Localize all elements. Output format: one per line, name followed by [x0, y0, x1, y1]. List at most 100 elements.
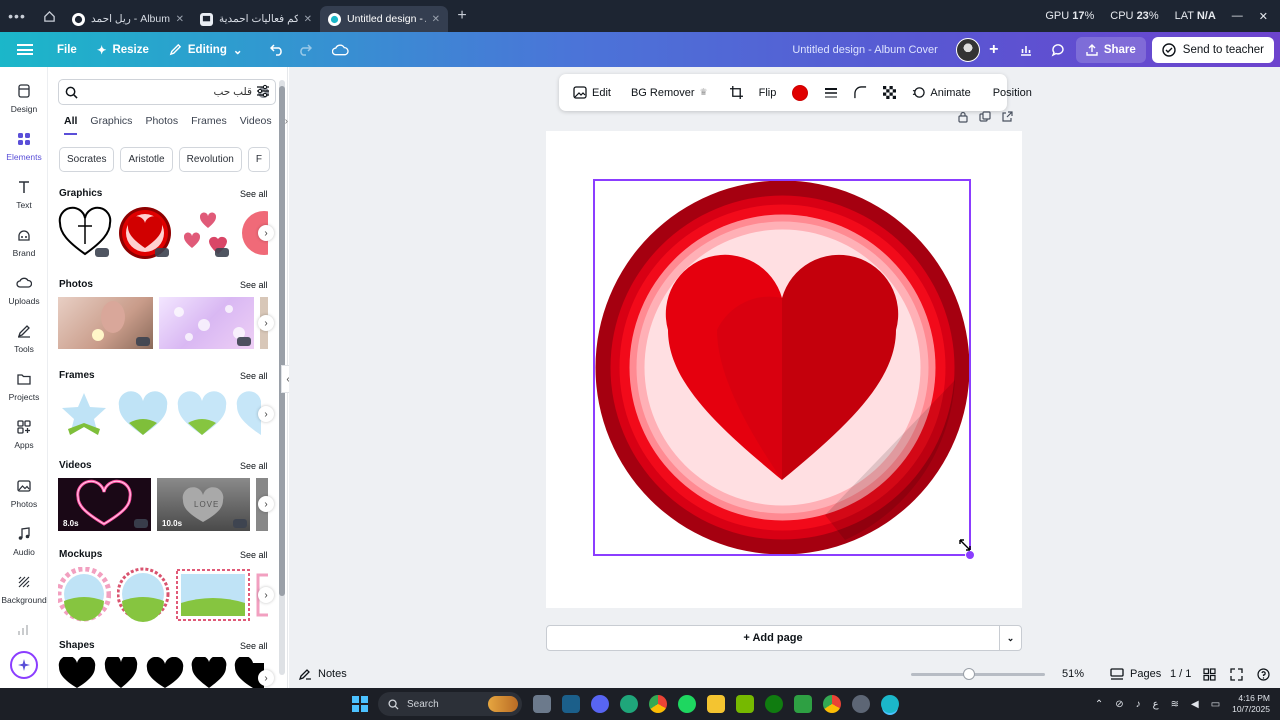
see-all-link[interactable]: See all [240, 371, 268, 381]
chip[interactable]: Socrates [59, 147, 115, 172]
share-page-icon[interactable] [1001, 111, 1013, 123]
see-all-link[interactable]: See all [240, 461, 268, 471]
rail-item-uploads[interactable]: Uploads [0, 275, 48, 306]
chevron-right-icon[interactable]: › [258, 406, 274, 422]
tab-all[interactable]: All [64, 115, 78, 135]
spotify-app-icon[interactable] [678, 695, 696, 713]
cloud-save-icon[interactable] [327, 36, 355, 64]
position-button[interactable]: Position [987, 79, 1038, 107]
menu-icon[interactable] [17, 44, 33, 55]
heart-shape-item[interactable] [58, 657, 96, 688]
chevron-right-icon[interactable]: › [258, 496, 274, 512]
zoom-slider[interactable] [911, 668, 1045, 680]
rail-item-photos[interactable]: Photos [0, 478, 48, 509]
rail-item-projects[interactable]: Projects [0, 371, 48, 402]
add-collaborator-icon[interactable]: + [980, 36, 1008, 64]
chevron-right-icon[interactable]: › [258, 670, 274, 686]
discord-app-icon[interactable] [591, 695, 609, 713]
heart-shape-item[interactable] [190, 657, 228, 688]
minimize-icon[interactable]: — [1232, 10, 1243, 22]
taskbar-search[interactable]: Search [378, 692, 522, 716]
transparency-icon[interactable] [877, 79, 902, 107]
rail-item-text[interactable]: Text [0, 179, 48, 210]
rail-item-background[interactable]: Background [0, 574, 48, 605]
chip[interactable]: F [247, 147, 270, 172]
video-item[interactable]: LOVE 10.0s [157, 478, 250, 531]
file-explorer-app-icon[interactable] [707, 695, 725, 713]
close-icon[interactable]: ✕ [432, 14, 440, 25]
camera-app-icon[interactable] [533, 695, 551, 713]
chrome-profile-app-icon[interactable] [823, 695, 841, 713]
close-icon[interactable]: ✕ [176, 14, 184, 25]
photo-item[interactable] [58, 297, 153, 349]
battery-icon[interactable]: ▭ [1211, 699, 1220, 710]
browser-tab[interactable]: ريل احمد - Album Co ✕ [64, 6, 192, 32]
frame-item[interactable] [117, 389, 170, 441]
zoom-value[interactable]: 51% [1062, 668, 1084, 680]
xbox-app-icon[interactable] [765, 695, 783, 713]
color-picker[interactable] [786, 79, 814, 107]
comments-icon[interactable] [1044, 36, 1072, 64]
heart-shape-item[interactable] [102, 657, 140, 688]
insights-icon[interactable] [1012, 36, 1040, 64]
mockup-item[interactable] [58, 567, 112, 622]
lock-icon[interactable] [957, 111, 969, 123]
duplicate-icon[interactable] [979, 111, 991, 123]
file-button[interactable]: File [47, 36, 87, 64]
zoom-slider-knob[interactable] [963, 668, 975, 680]
resize-button[interactable]: ✦ Resize [87, 36, 159, 64]
mockup-item[interactable] [176, 567, 250, 622]
editing-mode-button[interactable]: Editing ⌄ [159, 36, 253, 64]
browser-tab[interactable]: حياكم فعاليات احمدية - ✕ [192, 6, 320, 32]
fullscreen-icon[interactable] [1230, 667, 1243, 681]
crop-icon[interactable] [724, 79, 749, 107]
chip[interactable]: Aristotle [120, 147, 173, 172]
chevron-down-icon[interactable]: ⌄ [999, 626, 1021, 650]
animate-button[interactable]: Animate [906, 79, 976, 107]
windows-start-icon[interactable] [352, 696, 368, 712]
selection-box[interactable] [593, 179, 971, 556]
frame-item[interactable] [58, 389, 111, 441]
see-all-link[interactable]: See all [240, 550, 268, 560]
filter-icon[interactable] [256, 84, 270, 98]
rail-item-design[interactable]: Design [0, 83, 48, 114]
terminal-app-icon[interactable] [794, 695, 812, 713]
close-window-icon[interactable]: ✕ [1259, 10, 1268, 23]
heart-shape-item[interactable] [146, 657, 184, 688]
video-item[interactable]: 8.0s [58, 478, 151, 531]
browser-menu-icon[interactable]: ••• [0, 8, 34, 24]
nvidia-app-icon[interactable] [736, 695, 754, 713]
rail-item-brand[interactable]: Brand [0, 227, 48, 258]
rail-item-elements[interactable]: Elements [0, 131, 48, 162]
microphone-icon[interactable]: ♪ [1136, 699, 1141, 710]
pages-button[interactable]: Pages [1110, 668, 1161, 680]
chrome-app-icon[interactable] [649, 695, 667, 713]
corner-rounding-icon[interactable] [848, 79, 873, 107]
network-off-icon[interactable]: ⊘ [1115, 699, 1123, 710]
grid-view-icon[interactable] [1203, 667, 1216, 681]
chevron-right-icon[interactable]: › [258, 315, 274, 331]
chip[interactable]: Revolution [178, 147, 242, 172]
send-to-teacher-button[interactable]: Send to teacher [1151, 36, 1274, 63]
see-all-link[interactable]: See all [240, 189, 268, 199]
see-all-link[interactable]: See all [240, 641, 268, 651]
avatar[interactable] [955, 37, 980, 62]
wifi-icon[interactable]: ≋ [1171, 699, 1179, 710]
tab-frames[interactable]: Frames [191, 115, 227, 127]
undo-icon[interactable] [263, 36, 291, 64]
graphic-item[interactable] [178, 206, 232, 260]
home-icon[interactable] [34, 10, 64, 23]
share-button[interactable]: Share [1075, 36, 1146, 63]
steam-app-icon[interactable] [562, 695, 580, 713]
frame-item[interactable] [176, 389, 229, 441]
tab-graphics[interactable]: Graphics [90, 115, 132, 127]
magic-assistant-button[interactable] [10, 651, 38, 679]
border-style-icon[interactable] [818, 79, 844, 107]
input-language[interactable]: ع [1153, 699, 1159, 710]
mockup-item[interactable] [116, 567, 170, 622]
tab-videos[interactable]: Videos [240, 115, 272, 127]
settings-app-icon[interactable] [852, 695, 870, 713]
graphic-item[interactable] [58, 206, 112, 260]
browser-tab-active[interactable]: Untitled design - Al... ✕ [320, 6, 448, 32]
rail-item-audio[interactable]: Audio [0, 526, 48, 557]
